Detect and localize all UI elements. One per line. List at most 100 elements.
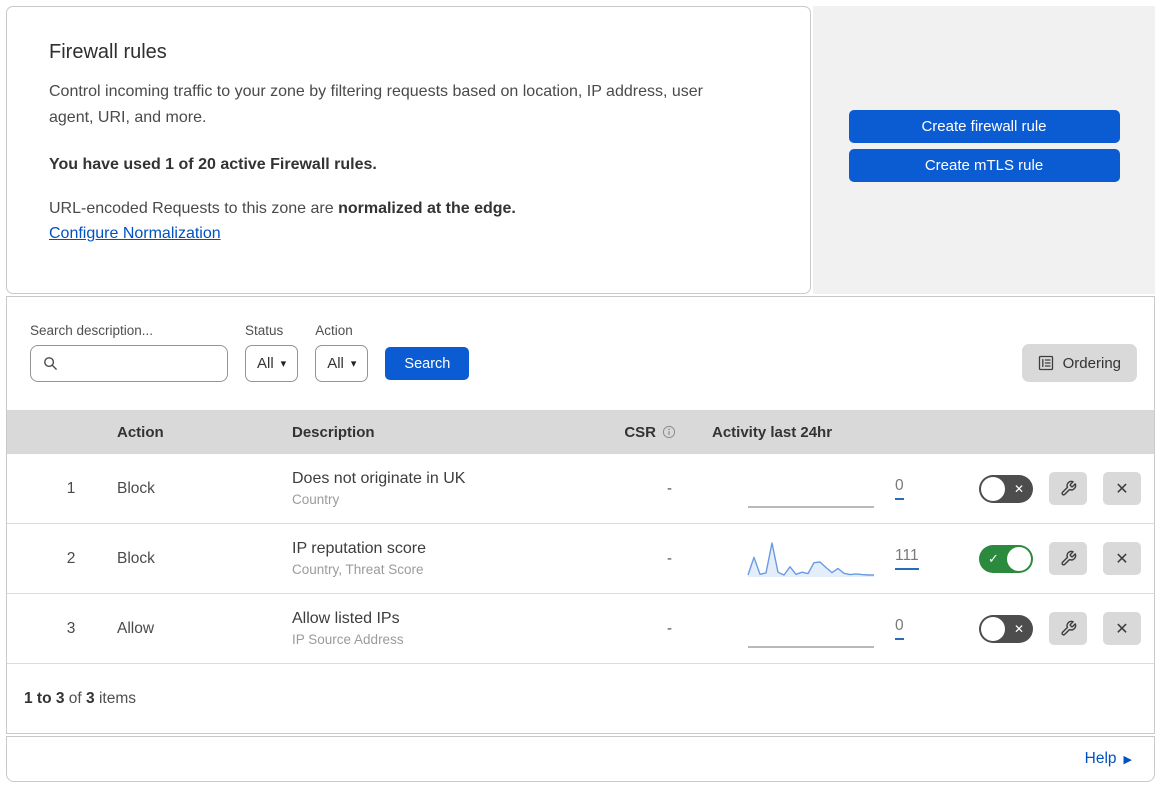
search-button[interactable]: Search: [385, 347, 470, 380]
rule-action: Allow: [117, 619, 155, 637]
rule-description-cell: IP reputation score Country, Threat Scor…: [292, 540, 602, 577]
status-value: All: [257, 355, 274, 372]
delete-rule-button[interactable]: ✕: [1103, 612, 1141, 645]
column-header-activity: Activity last 24hr: [712, 423, 833, 441]
rule-fields: IP Source Address: [292, 632, 404, 647]
rule-controls: ✓ ✕ ✕: [942, 612, 1154, 645]
status-select[interactable]: All ▾: [245, 345, 299, 382]
edit-rule-button[interactable]: [1049, 542, 1087, 575]
create-firewall-rule-button[interactable]: Create firewall rule: [848, 110, 1120, 143]
rule-description: Does not originate in UK: [292, 470, 466, 487]
rule-description: Allow listed IPs: [292, 610, 400, 627]
page-description: Control incoming traffic to your zone by…: [49, 83, 703, 126]
normalization-note: URL-encoded Requests to this zone are no…: [49, 200, 750, 218]
rules-table: Action Description CSR Activity last 24h…: [7, 410, 1154, 664]
rule-csr-value: -: [667, 620, 672, 637]
wrench-icon: [1060, 480, 1077, 497]
top-section: Firewall rules Control incoming traffic …: [6, 6, 1155, 294]
table-row: 2 Block IP reputation score Country, Thr…: [7, 524, 1154, 594]
delete-icon: ✕: [1115, 620, 1129, 638]
rule-description-cell: Does not originate in UK Country: [292, 470, 602, 507]
actions-panel: Create firewall rule Create mTLS rule: [813, 6, 1155, 294]
intro-card: Firewall rules Control incoming traffic …: [6, 6, 811, 294]
items-text: items: [98, 689, 137, 707]
configure-normalization-link[interactable]: Configure Normalization: [49, 225, 221, 242]
toggle-knob: [981, 476, 1005, 501]
action-value: All: [327, 355, 344, 372]
help-bar: Help ▶: [6, 736, 1155, 782]
wrench-icon: [1060, 550, 1077, 567]
filter-bar: Search description... Status All ▾ Actio…: [7, 297, 1154, 410]
rule-fields: Country, Threat Score: [292, 562, 424, 577]
action-filter-group: Action All ▾: [315, 323, 369, 382]
rule-csr-value: -: [667, 550, 672, 567]
x-icon: ✕: [1013, 621, 1024, 636]
rule-activity-cell: 0: [692, 608, 942, 650]
action-select[interactable]: All ▾: [315, 345, 369, 382]
column-header-action: Action: [117, 423, 164, 441]
help-label: Help: [1084, 750, 1117, 767]
rule-description-cell: Allow listed IPs IP Source Address: [292, 610, 602, 647]
status-filter-group: Status All ▾: [245, 323, 299, 382]
total-text: 3: [86, 689, 95, 707]
action-label: Action: [315, 323, 353, 338]
usage-summary: You have used 1 of 20 active Firewall ru…: [49, 155, 377, 173]
rule-controls: ✓ ✕ ✕: [942, 542, 1154, 575]
rule-controls: ✓ ✕ ✕: [942, 472, 1154, 505]
csr-label: CSR: [624, 423, 656, 441]
delete-icon: ✕: [1115, 550, 1129, 568]
activity-sparkline: [747, 538, 875, 580]
column-header-csr: CSR: [602, 424, 692, 441]
of-text: of: [68, 689, 82, 707]
toggle-knob: [1007, 546, 1031, 571]
toggle-knob: [981, 616, 1005, 641]
rule-activity-cell: 111: [692, 538, 942, 580]
chevron-down-icon: ▾: [350, 358, 357, 370]
table-row: 3 Allow Allow listed IPs IP Source Addre…: [7, 594, 1154, 664]
activity-sparkline: [747, 468, 875, 510]
table-row: 1 Block Does not originate in UK Country…: [7, 454, 1154, 524]
search-label: Search description...: [30, 323, 154, 338]
delete-rule-button[interactable]: ✕: [1103, 542, 1141, 575]
search-icon: [43, 356, 58, 371]
rules-panel: Search description... Status All ▾ Actio…: [6, 296, 1155, 734]
ordering-label: Ordering: [1062, 354, 1121, 372]
table-header: Action Description CSR Activity last 24h…: [7, 410, 1154, 454]
activity-count-link[interactable]: 0: [895, 477, 904, 500]
check-icon: ✓: [988, 550, 999, 566]
delete-icon: ✕: [1115, 480, 1129, 498]
search-input[interactable]: [66, 354, 217, 373]
search-box[interactable]: [30, 345, 228, 382]
activity-sparkline: [747, 608, 875, 650]
rule-action: Block: [117, 549, 155, 567]
help-link[interactable]: Help ▶: [1085, 750, 1132, 768]
delete-rule-button[interactable]: ✕: [1103, 472, 1141, 505]
normalization-bold: normalized at the edge.: [338, 199, 516, 217]
range-text: 1 to 3: [24, 689, 65, 707]
normalization-text: URL-encoded Requests to this zone are: [49, 199, 334, 217]
page-title: Firewall rules: [49, 41, 167, 63]
status-label: Status: [245, 323, 284, 338]
rule-enabled-toggle[interactable]: ✓ ✕: [979, 614, 1033, 643]
ordering-button[interactable]: Ordering: [1021, 344, 1137, 382]
activity-count-link[interactable]: 111: [895, 547, 919, 570]
rule-priority: 1: [66, 479, 76, 497]
rule-activity-cell: 0: [692, 468, 942, 510]
rule-priority: 3: [66, 619, 76, 637]
edit-rule-button[interactable]: [1049, 472, 1087, 505]
rule-enabled-toggle[interactable]: ✓ ✕: [979, 544, 1033, 573]
create-mtls-rule-button[interactable]: Create mTLS rule: [848, 149, 1120, 182]
x-icon: ✕: [1013, 481, 1024, 496]
arrow-right-icon: ▶: [1123, 754, 1132, 766]
firewall-rules-page: Firewall rules Control incoming traffic …: [6, 6, 1155, 782]
rule-priority: 2: [66, 549, 76, 567]
edit-rule-button[interactable]: [1049, 612, 1087, 645]
column-header-description: Description: [292, 423, 375, 441]
rule-description: IP reputation score: [292, 540, 427, 557]
info-icon[interactable]: [662, 425, 676, 439]
rule-enabled-toggle[interactable]: ✓ ✕: [979, 474, 1033, 503]
activity-count-link[interactable]: 0: [895, 617, 904, 640]
rule-csr-value: -: [667, 480, 672, 497]
rule-fields: Country: [292, 492, 340, 507]
rule-action: Block: [117, 479, 155, 497]
